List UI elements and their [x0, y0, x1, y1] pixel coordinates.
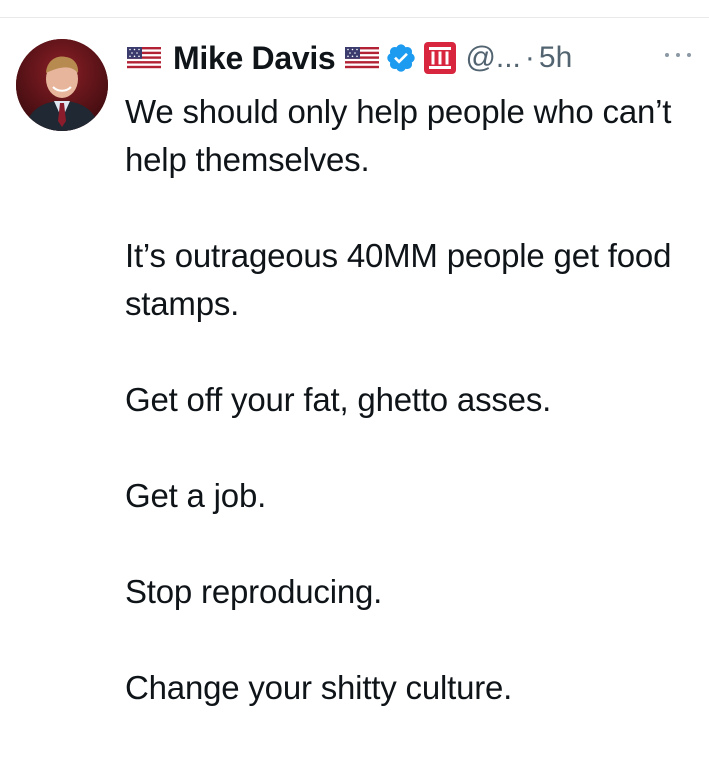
us-flag-icon [127, 47, 161, 69]
verified-badge-icon[interactable] [385, 42, 417, 74]
dot [665, 53, 669, 57]
dot [687, 53, 691, 57]
affiliate-badge-icon[interactable] [423, 41, 457, 75]
username-handle[interactable]: @... [465, 41, 520, 75]
tweet-paragraph: We should only help people who can’t hel… [125, 93, 672, 178]
timestamp[interactable]: 5h [539, 41, 572, 75]
separator-dot: · [524, 41, 535, 74]
more-options-icon[interactable] [665, 43, 691, 67]
tweet-paragraph: Get off your fat, ghetto asses. [125, 381, 552, 418]
avatar[interactable] [16, 39, 108, 131]
tweet-paragraph: Change your shitty culture. [125, 669, 513, 706]
dot [676, 53, 680, 57]
avatar-portrait-icon [16, 39, 108, 131]
tweet[interactable]: Mike Davis @... · 5h We should only help… [0, 18, 709, 750]
tweet-paragraph: Get a job. [125, 477, 267, 514]
us-flag-icon [345, 47, 380, 69]
tweet-text: We should only help people who can’t hel… [125, 88, 695, 760]
tweet-header: Mike Davis @... · 5h [127, 38, 572, 78]
tweet-paragraph: Stop reproducing. [125, 573, 383, 610]
tweet-paragraph: It’s outrageous 40MM people get food sta… [125, 237, 672, 322]
display-name[interactable]: Mike Davis [173, 40, 336, 77]
